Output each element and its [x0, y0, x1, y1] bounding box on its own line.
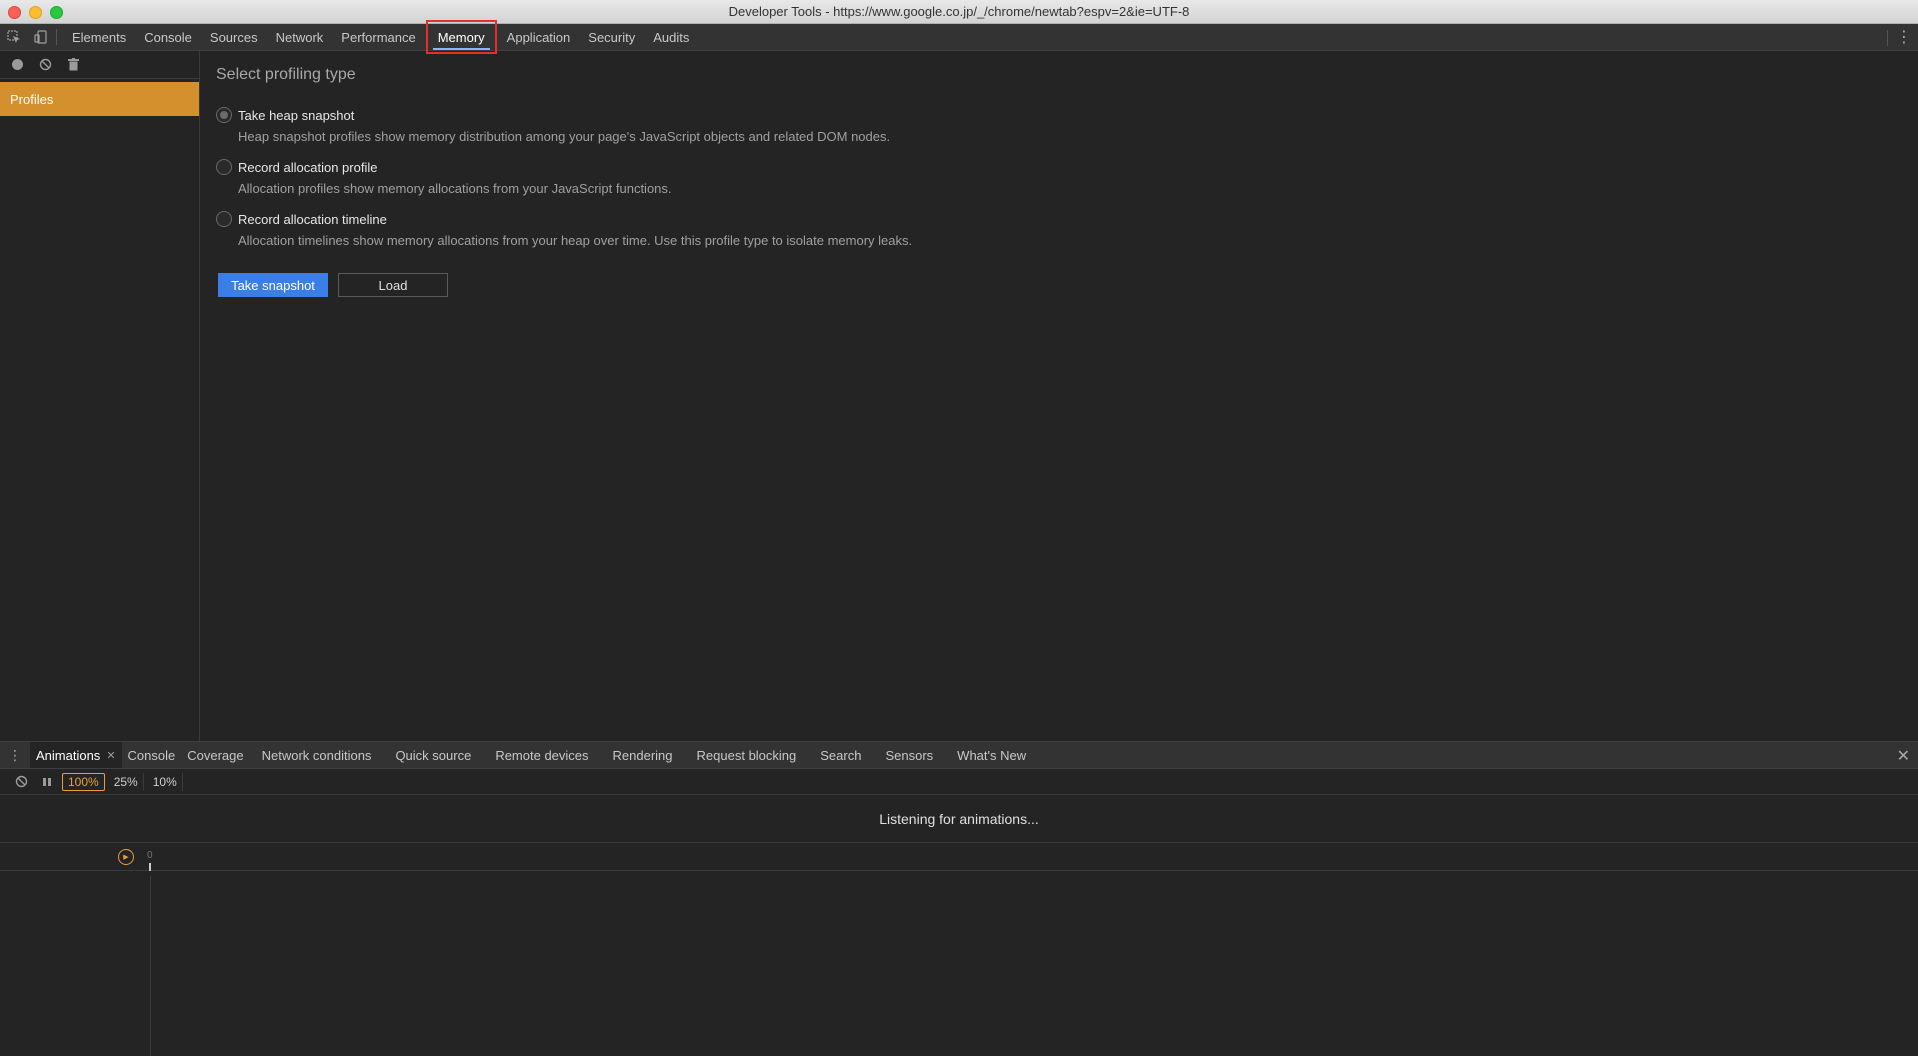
- drawer-tab-label: Animations: [36, 747, 101, 763]
- speed-25[interactable]: 25%: [109, 772, 144, 791]
- load-button[interactable]: Load: [338, 273, 448, 297]
- more-vertical-icon[interactable]: ⋮: [0, 747, 30, 764]
- clear-button[interactable]: [34, 54, 56, 76]
- animations-toolbar: 100% 25% 10%: [0, 769, 1918, 795]
- tab-sources[interactable]: Sources: [201, 24, 267, 50]
- toolbar-separator: [1887, 30, 1888, 46]
- timeline-divider: [150, 876, 151, 1056]
- traffic-lights: [8, 6, 63, 19]
- tab-elements[interactable]: Elements: [63, 24, 135, 50]
- tab-memory[interactable]: Memory: [425, 20, 497, 54]
- drawer-tab-search[interactable]: Search: [808, 742, 873, 768]
- option-description: Heap snapshot profiles show memory distr…: [238, 129, 891, 144]
- drawer-tab-sensors[interactable]: Sensors: [873, 742, 945, 768]
- tab-console[interactable]: Console: [135, 24, 201, 50]
- timeline-scrubber[interactable]: [149, 863, 151, 871]
- trash-icon: [67, 58, 79, 71]
- drawer-tab-remote-devices[interactable]: Remote devices: [483, 742, 600, 768]
- animations-status: Listening for animations...: [0, 795, 1918, 843]
- option-description: Allocation timelines show memory allocat…: [238, 233, 913, 248]
- drawer-tab-quick-source[interactable]: Quick source: [383, 742, 483, 768]
- inspect-element-icon[interactable]: [0, 24, 27, 50]
- drawer-tab-animations[interactable]: Animations ✕: [30, 742, 122, 768]
- tab-application[interactable]: Application: [498, 24, 580, 50]
- close-window-button[interactable]: [8, 6, 21, 19]
- tab-security[interactable]: Security: [579, 24, 644, 50]
- close-drawer-icon[interactable]: ✕: [1897, 746, 1910, 766]
- radio-heap-snapshot[interactable]: [216, 107, 232, 123]
- panel-heading: Select profiling type: [216, 66, 356, 83]
- record-button[interactable]: [6, 54, 28, 76]
- option-heap-snapshot: Take heap snapshot Heap snapshot profile…: [216, 107, 890, 144]
- drawer-tab-request-blocking[interactable]: Request blocking: [685, 742, 809, 768]
- pause-all-button[interactable]: [36, 772, 58, 792]
- toolbar-separator: [56, 29, 57, 45]
- animation-timeline-header: ▶ 0: [0, 843, 1918, 871]
- clear-animations-button[interactable]: [10, 772, 32, 792]
- speed-10[interactable]: 10%: [148, 772, 183, 791]
- delete-profiles-button[interactable]: [62, 54, 84, 76]
- minimize-window-button[interactable]: [29, 6, 42, 19]
- profiles-sidebar: Profiles: [0, 51, 200, 741]
- tab-network[interactable]: Network: [267, 24, 333, 50]
- record-icon: [11, 59, 23, 70]
- drawer-tab-console[interactable]: Console: [122, 742, 182, 768]
- window-titlebar: Developer Tools - https://www.google.co.…: [0, 0, 1918, 24]
- close-icon[interactable]: ✕: [106, 749, 115, 762]
- main-tab-bar: Elements Console Sources Network Perform…: [0, 20, 1918, 54]
- memory-panel: Select profiling type Take heap snapshot…: [216, 51, 1906, 741]
- option-label[interactable]: Record allocation timeline: [238, 212, 387, 227]
- timeline-tick-label: 0: [147, 850, 153, 861]
- drawer-tab-rendering[interactable]: Rendering: [601, 742, 685, 768]
- sidebar-item-profiles[interactable]: Profiles: [0, 82, 199, 116]
- radio-allocation-timeline[interactable]: [216, 211, 232, 227]
- radio-allocation-profile[interactable]: [216, 159, 232, 175]
- speed-100[interactable]: 100%: [62, 772, 105, 791]
- option-label[interactable]: Take heap snapshot: [238, 108, 354, 123]
- maximize-window-button[interactable]: [50, 6, 63, 19]
- drawer-tab-whats-new[interactable]: What's New: [945, 742, 1038, 768]
- take-snapshot-button[interactable]: Take snapshot: [218, 273, 328, 297]
- tab-performance[interactable]: Performance: [332, 24, 424, 50]
- option-label[interactable]: Record allocation profile: [238, 160, 377, 175]
- pause-icon: [43, 777, 51, 786]
- window-title: Developer Tools - https://www.google.co.…: [728, 4, 1190, 19]
- drawer-tab-network-conditions[interactable]: Network conditions: [250, 742, 384, 768]
- replay-icon[interactable]: ▶: [118, 849, 134, 865]
- device-toolbar-icon[interactable]: [27, 24, 54, 50]
- clear-icon: [15, 775, 27, 788]
- sidebar-toolbar: [0, 51, 199, 79]
- tab-audits[interactable]: Audits: [644, 24, 698, 50]
- option-allocation-profile: Record allocation profile Allocation pro…: [216, 159, 672, 196]
- drawer-panel: ⋮ Animations ✕ Console Coverage Network …: [0, 741, 1918, 1056]
- more-vertical-icon[interactable]: ⋮: [1896, 24, 1912, 50]
- option-allocation-timeline: Record allocation timeline Allocation ti…: [216, 211, 912, 248]
- drawer-tab-bar: ⋮ Animations ✕ Console Coverage Network …: [0, 742, 1918, 769]
- clear-icon: [39, 58, 51, 71]
- drawer-tab-coverage[interactable]: Coverage: [181, 742, 249, 768]
- option-description: Allocation profiles show memory allocati…: [238, 181, 672, 196]
